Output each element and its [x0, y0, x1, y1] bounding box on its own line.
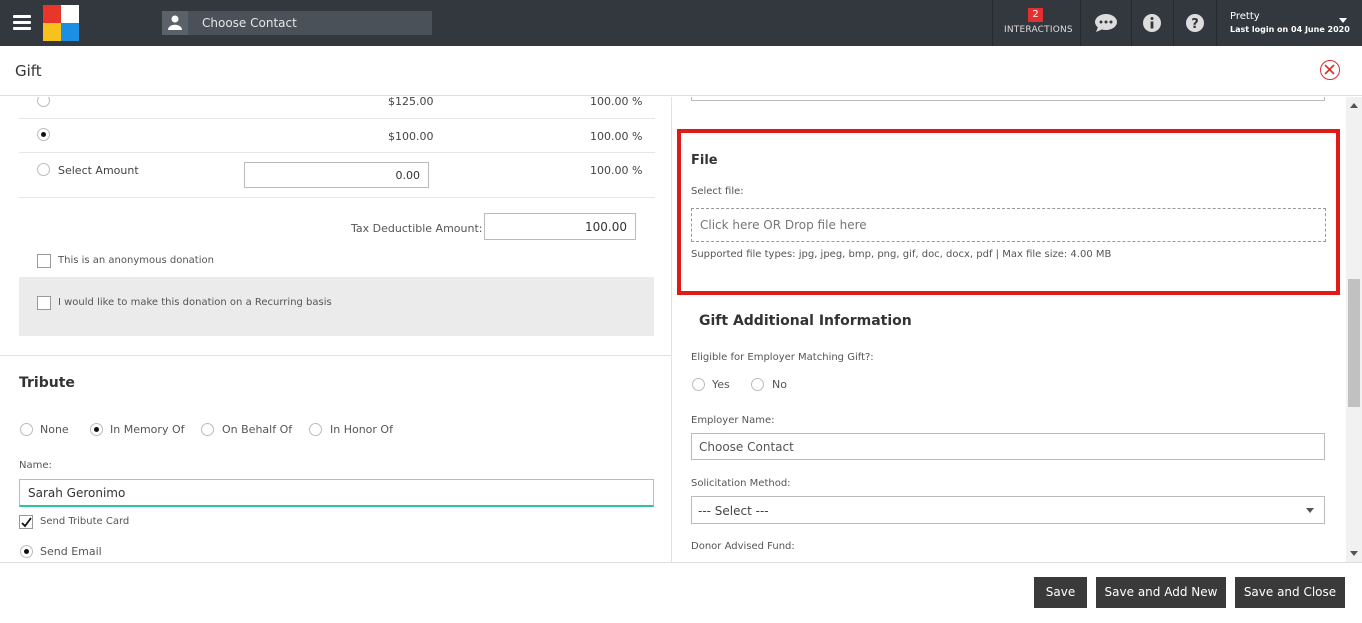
file-dropzone[interactable]: Click here OR Drop file here	[691, 208, 1326, 242]
employer-match-no-label: No	[772, 378, 787, 391]
left-panel: $125.00 100.00 % $100.00 100.00 % Select…	[0, 97, 672, 562]
tribute-in-honor-label: In Honor Of	[330, 423, 393, 436]
employer-match-no-radio[interactable]	[751, 378, 764, 391]
amount-value: $100.00	[388, 130, 434, 143]
contact-search[interactable]: Choose Contact	[162, 11, 432, 35]
amount-radio-125[interactable]	[37, 97, 50, 107]
anonymous-checkbox[interactable]	[37, 254, 51, 268]
select-amount-radio[interactable]	[37, 163, 50, 176]
save-and-add-new-button[interactable]: Save and Add New	[1096, 577, 1226, 608]
right-panel: File Select file: Click here OR Drop fil…	[673, 97, 1346, 562]
interactions-badge: 2	[1028, 8, 1043, 22]
select-amount-label: Select Amount	[58, 164, 139, 177]
amount-row: $100.00 100.00 %	[19, 119, 655, 153]
send-tribute-card-label: Send Tribute Card	[40, 516, 130, 527]
solicitation-method-select[interactable]: --- Select ---	[691, 496, 1325, 524]
amount-percent: 100.00 %	[590, 164, 643, 177]
employer-match-yes-label: Yes	[712, 378, 730, 391]
chevron-down-icon	[1306, 508, 1314, 513]
tribute-none-radio[interactable]	[20, 423, 33, 436]
tribute-in-memory-radio[interactable]	[90, 423, 103, 436]
solicitation-method-label: Solicitation Method:	[691, 478, 791, 489]
amount-value: $125.00	[388, 97, 434, 108]
employer-name-input[interactable]: Choose Contact	[691, 433, 1325, 460]
tribute-on-behalf-label: On Behalf Of	[222, 423, 293, 436]
tribute-name-input[interactable]: Sarah Geronimo	[19, 479, 654, 507]
amount-row: Select Amount 0.00 100.00 %	[19, 153, 655, 198]
page-title: Gift	[15, 62, 42, 80]
employer-match-yes-radio[interactable]	[692, 378, 705, 391]
top-bar: Choose Contact 2 INTERACTIONS ? Pretty L…	[0, 0, 1362, 46]
interactions-label: INTERACTIONS	[1004, 25, 1073, 35]
previous-field-bottom	[691, 97, 1325, 101]
svg-text:?: ?	[1191, 17, 1199, 32]
employer-name-label: Employer Name:	[691, 415, 775, 426]
scrollbar[interactable]	[1346, 97, 1362, 562]
recurring-section: I would like to make this donation on a …	[19, 277, 654, 336]
tribute-none-label: None	[40, 423, 69, 436]
tax-deductible-input[interactable]: 100.00	[484, 213, 636, 240]
save-and-close-button[interactable]: Save and Close	[1235, 577, 1345, 608]
send-email-label: Send Email	[40, 545, 102, 558]
donor-advised-fund-label: Donor Advised Fund:	[691, 541, 795, 552]
tax-deductible-label: Tax Deductible Amount:	[351, 222, 483, 235]
close-icon[interactable]	[1320, 60, 1340, 80]
help-icon[interactable]: ?	[1185, 13, 1205, 33]
gift-header: Gift	[0, 46, 1362, 96]
amount-percent: 100.00 %	[590, 130, 643, 143]
amount-percent: 100.00 %	[590, 97, 643, 108]
scroll-up-icon[interactable]	[1350, 103, 1358, 108]
amount-row: $125.00 100.00 %	[19, 97, 655, 119]
scroll-down-icon[interactable]	[1350, 551, 1358, 556]
app-logo[interactable]	[43, 5, 79, 41]
scrollbar-thumb[interactable]	[1348, 279, 1360, 407]
tribute-in-memory-label: In Memory Of	[110, 423, 185, 436]
recurring-checkbox[interactable]	[37, 296, 51, 310]
send-tribute-card-checkbox[interactable]	[19, 515, 33, 529]
chevron-down-icon[interactable]	[1339, 18, 1347, 23]
person-icon	[162, 11, 188, 35]
additional-info-title: Gift Additional Information	[699, 313, 912, 329]
tribute-on-behalf-radio[interactable]	[201, 423, 214, 436]
contact-search-placeholder: Choose Contact	[202, 16, 297, 30]
select-amount-input[interactable]: 0.00	[244, 162, 429, 188]
employer-match-label: Eligible for Employer Matching Gift?:	[691, 352, 874, 363]
file-section: File Select file: Click here OR Drop fil…	[677, 129, 1340, 295]
amount-radio-100[interactable]	[37, 128, 50, 141]
user-name: Pretty	[1230, 11, 1260, 22]
info-icon[interactable]	[1142, 13, 1162, 33]
save-button[interactable]: Save	[1034, 577, 1087, 608]
footer: Save Save and Add New Save and Close	[0, 562, 1362, 623]
tribute-name-label: Name:	[19, 460, 52, 471]
select-file-label: Select file:	[691, 186, 744, 197]
user-menu[interactable]: Pretty Last login on 04 June 2020	[1230, 11, 1350, 34]
interactions-button[interactable]: 2 INTERACTIONS	[993, 0, 1079, 46]
tribute-title: Tribute	[19, 375, 75, 391]
anonymous-label: This is an anonymous donation	[58, 255, 214, 266]
recurring-label: I would like to make this donation on a …	[58, 297, 332, 308]
supported-file-types: Supported file types: jpg, jpeg, bmp, pn…	[691, 249, 1112, 260]
chat-icon[interactable]	[1094, 13, 1118, 33]
tribute-in-honor-radio[interactable]	[309, 423, 322, 436]
last-login: Last login on 04 June 2020	[1230, 25, 1350, 34]
file-title: File	[691, 153, 718, 168]
hamburger-menu-icon[interactable]	[13, 15, 31, 30]
send-email-radio[interactable]	[20, 545, 33, 558]
